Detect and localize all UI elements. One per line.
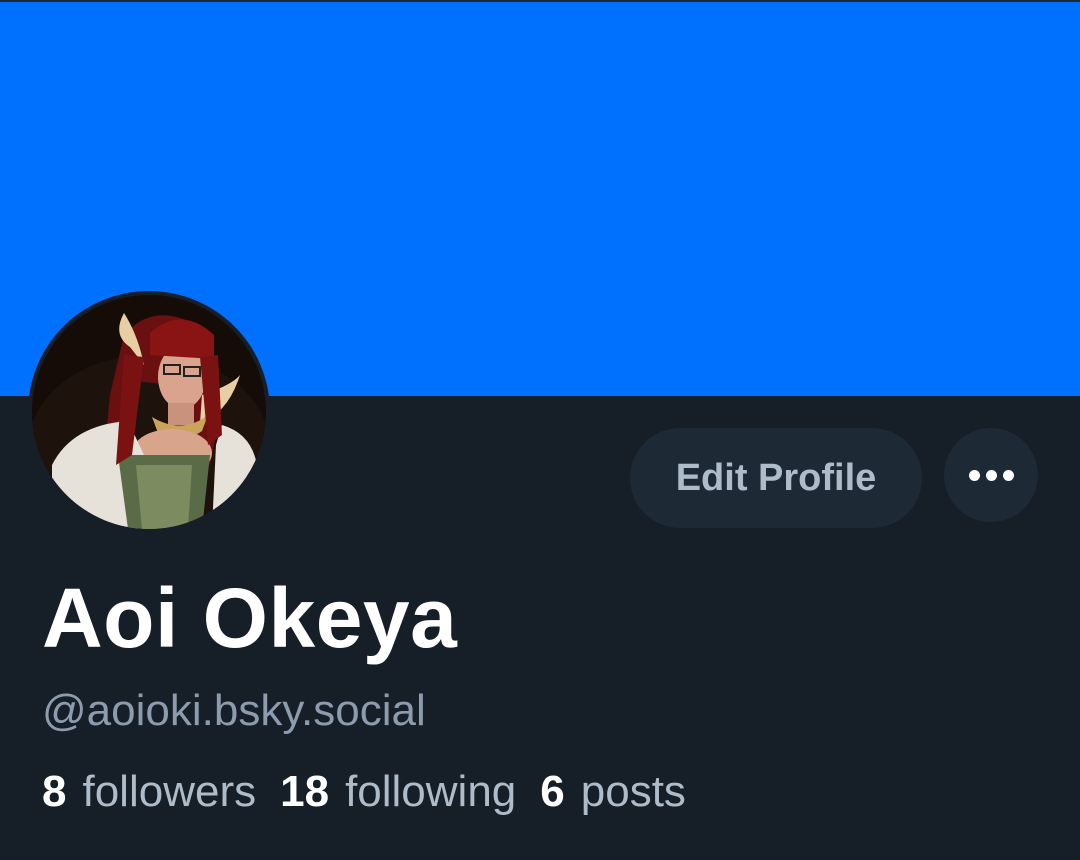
followers-label: followers <box>82 767 257 816</box>
display-name: Aoi Okeya <box>42 571 458 665</box>
profile-handle: @aoioki.bsky.social <box>42 686 426 735</box>
followers-stat[interactable]: 8 followers <box>42 763 256 821</box>
posts-label: posts <box>580 767 686 816</box>
more-horizontal-icon <box>1002 469 1014 481</box>
following-label: following <box>345 767 517 816</box>
profile-stats: 8 followers 18 following 6 posts <box>42 763 710 821</box>
followers-count: 8 <box>42 767 67 816</box>
more-options-button[interactable] <box>944 428 1038 522</box>
following-count: 18 <box>280 767 330 816</box>
edit-profile-button[interactable]: Edit Profile <box>630 428 922 528</box>
more-horizontal-icon <box>968 469 980 481</box>
avatar[interactable] <box>28 291 270 533</box>
posts-count: 6 <box>540 767 565 816</box>
more-horizontal-icon <box>985 469 997 481</box>
following-stat[interactable]: 18 following <box>280 763 516 821</box>
posts-stat: 6 posts <box>540 763 686 821</box>
avatar-image <box>32 295 266 529</box>
